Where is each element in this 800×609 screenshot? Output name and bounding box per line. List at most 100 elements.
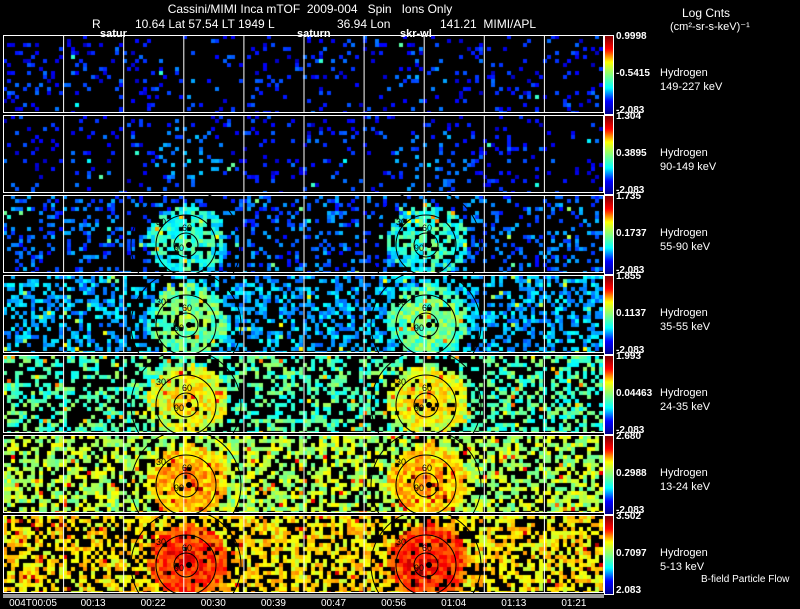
x-tick-label: 00:47: [320, 598, 347, 609]
field-direction-marker: [186, 322, 192, 328]
species-label: Hydrogen: [660, 467, 708, 479]
contour-label: 30: [396, 377, 406, 387]
marker-skr-wl: skr-wl: [400, 28, 432, 40]
x-tick-label: 00:30: [200, 598, 226, 609]
x-tick-label: 00:22: [140, 598, 166, 609]
coords-instrument: 141.21 MIMI/APL: [440, 17, 537, 31]
colorbar-max-label: 1.993: [616, 351, 642, 362]
contour-label: 30: [156, 217, 166, 227]
field-direction-marker: [186, 482, 192, 488]
energy-range-label: 90-149 keV: [660, 161, 717, 173]
contour-label: 90: [174, 483, 184, 493]
coords-lat-lt: 10.64 Lat 57.54 LT 1949 L: [135, 17, 275, 31]
colorbar: [604, 275, 614, 355]
contour-label: 90: [414, 483, 424, 493]
field-direction-marker: [426, 322, 432, 328]
energy-range-label: 149-227 keV: [660, 81, 723, 93]
species-label: Hydrogen: [660, 547, 708, 559]
panel-overlay: 90 60 30 90 60 30: [3, 195, 604, 273]
contour-label: 60: [182, 223, 192, 233]
pitch-angle-contour: [130, 515, 242, 593]
contour-label: 30: [396, 537, 406, 547]
colorbar-mid-label: -0.5415: [616, 68, 650, 79]
contour-label: 30: [396, 297, 406, 307]
field-direction-marker: [186, 242, 192, 248]
colorbar-mid-label: 0.3895: [616, 148, 647, 159]
contour-label: 30: [156, 377, 166, 387]
contour-label: 60: [182, 463, 192, 473]
colorbar: [604, 115, 614, 195]
contour-label: 60: [422, 383, 432, 393]
colorbar-max-label: 1.735: [616, 191, 642, 202]
contour-label: 90: [414, 403, 424, 413]
x-tick-label: 01:04: [441, 598, 467, 609]
heatmap-panel: 90 60 30 90 60 30: [3, 435, 604, 513]
colorbar-mid-label: 0.7097: [616, 548, 647, 559]
pitch-angle-contour: [130, 275, 242, 353]
panel-overlay: 90 60 30 90 60 30: [3, 275, 604, 353]
contour-label: 90: [174, 243, 184, 253]
contour-label: 30: [396, 217, 406, 227]
contour-label: 90: [414, 243, 424, 253]
species-label: Hydrogen: [660, 387, 708, 399]
contour-label: 90: [414, 323, 424, 333]
energy-range-label: 5-13 keV: [660, 561, 705, 573]
footer-note: B-field Particle Flow: [701, 574, 790, 585]
colorbar: [604, 435, 614, 515]
pitch-angle-contour: [370, 515, 482, 593]
contour-label: 30: [156, 297, 166, 307]
x-tick-label: 01:13: [501, 598, 527, 609]
coords-lon: 36.94 Lon: [337, 17, 391, 31]
x-tick-label: 00:39: [260, 598, 286, 609]
energy-range-label: 13-24 keV: [660, 481, 711, 493]
heatmap-panel: 90 60 30 90 60 30: [3, 515, 604, 593]
colorbar-max-label: 1.304: [616, 111, 642, 122]
pitch-angle-contour: [130, 435, 242, 513]
contour-label: 60: [182, 383, 192, 393]
pitch-angle-contour: [370, 355, 482, 433]
colorbar-mid-label: 0.04463: [616, 388, 653, 399]
pitch-angle-contour: [370, 195, 482, 273]
energy-range-label: 35-55 keV: [660, 321, 711, 333]
colorbar-max-label: 0.9998: [616, 31, 647, 42]
colorbar: [604, 195, 614, 275]
species-label: Hydrogen: [660, 147, 708, 159]
contour-label: 60: [182, 303, 192, 313]
heatmap-panel: [3, 35, 604, 113]
x-tick-label: 00:13: [80, 598, 106, 609]
x-tick-label: 00:56: [381, 598, 407, 609]
colorbar-mid-label: 0.1737: [616, 228, 647, 239]
colorbar-min-label: 2.083: [616, 585, 642, 596]
field-direction-marker: [426, 482, 432, 488]
colorbar: [604, 35, 614, 115]
panel-overlay: 90 60 30 90 60 30: [3, 435, 604, 513]
colorbar-mid-label: 0.2988: [616, 468, 647, 479]
colorbar-mid-label: 0.1137: [616, 308, 647, 319]
field-direction-marker: [426, 562, 432, 568]
energy-range-label: 24-35 keV: [660, 401, 711, 413]
pitch-angle-contour: [370, 435, 482, 513]
marker-satur: satur: [100, 28, 127, 40]
pitch-angle-contour: [130, 355, 242, 433]
colorbar-max-label: 3.502: [616, 511, 642, 522]
heatmap-panel: [3, 115, 604, 193]
contour-label: 60: [422, 303, 432, 313]
field-direction-marker: [186, 562, 192, 568]
heatmap-panel: 90 60 30 90 60 30: [3, 355, 604, 433]
contour-label: 60: [182, 543, 192, 553]
pitch-angle-contour: [130, 195, 242, 273]
plot-title: Cassini/MIMI Inca mTOF 2009-004 Spin Ion…: [167, 2, 453, 16]
contour-label: 30: [156, 537, 166, 547]
units-expression: (cm²-sr-s-keV)⁻¹: [670, 21, 750, 33]
field-direction-marker: [186, 402, 192, 408]
contour-label: 60: [422, 463, 432, 473]
contour-label: 30: [396, 457, 406, 467]
contour-label: 30: [156, 457, 166, 467]
contour-label: 90: [174, 563, 184, 573]
field-direction-marker: [426, 402, 432, 408]
heatmap-panel: 90 60 30 90 60 30: [3, 195, 604, 273]
x-tick-label: 004T00:05: [9, 598, 57, 609]
species-label: Hydrogen: [660, 227, 708, 239]
colorbar-max-label: 2.680: [616, 431, 642, 442]
units-title: Log Cnts: [682, 6, 731, 20]
